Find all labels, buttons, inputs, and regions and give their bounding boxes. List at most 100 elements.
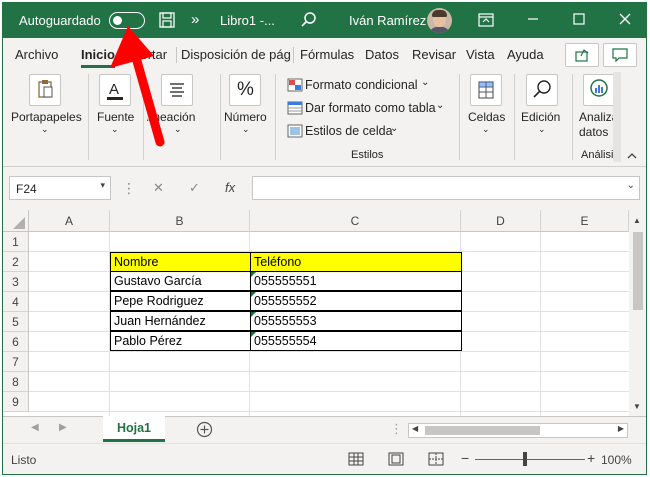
table-cell[interactable]: 055555554 bbox=[250, 331, 462, 351]
table-cell[interactable]: Pepe Rodriguez bbox=[110, 291, 251, 311]
select-all-corner[interactable] bbox=[3, 210, 29, 232]
tab-inicio[interactable]: Inicio bbox=[81, 47, 115, 62]
insert-function-icon[interactable]: fx bbox=[225, 180, 235, 195]
worksheet-grid[interactable]: A B C D E 1 2 3 4 5 6 7 8 9 Nombre Teléf… bbox=[3, 210, 629, 416]
column-header[interactable]: B bbox=[110, 210, 250, 232]
row-header[interactable]: 7 bbox=[3, 352, 29, 372]
normal-view-icon[interactable] bbox=[348, 452, 364, 469]
font-icon[interactable]: A bbox=[99, 74, 131, 106]
enter-icon[interactable]: ✓ bbox=[189, 180, 200, 196]
table-cell[interactable]: 055555553 bbox=[250, 311, 462, 331]
table-cell[interactable]: Pablo Pérez bbox=[110, 331, 251, 351]
zoom-slider[interactable] bbox=[475, 459, 585, 460]
formula-options-icon[interactable]: ⋮ bbox=[122, 180, 136, 197]
minimize-button[interactable] bbox=[510, 3, 556, 38]
row-header[interactable]: 8 bbox=[3, 372, 29, 392]
table-cell[interactable]: 055555552 bbox=[250, 291, 462, 311]
collapse-ribbon-icon[interactable] bbox=[626, 150, 638, 164]
column-header[interactable]: A bbox=[29, 210, 110, 232]
tab-formulas[interactable]: Fórmulas bbox=[300, 47, 354, 62]
zoom-level[interactable]: 100% bbox=[601, 453, 632, 467]
clipboard-icon[interactable] bbox=[29, 74, 61, 106]
scroll-left-icon[interactable]: ◀ bbox=[412, 424, 418, 433]
zoom-slider-thumb[interactable] bbox=[523, 452, 527, 466]
share-button[interactable] bbox=[565, 43, 599, 67]
format-as-table-icon[interactable] bbox=[287, 101, 303, 115]
page-break-icon[interactable] bbox=[428, 452, 444, 469]
zoom-in-icon[interactable]: + bbox=[587, 450, 595, 466]
table-cell[interactable]: Gustavo García bbox=[110, 271, 251, 291]
next-sheet-icon[interactable]: ▶ bbox=[59, 422, 67, 433]
formato-condicional-button[interactable]: Formato condicional bbox=[305, 78, 418, 92]
row-header[interactable]: 3 bbox=[3, 272, 29, 292]
cells-icon[interactable] bbox=[470, 74, 502, 106]
row-header[interactable]: 5 bbox=[3, 312, 29, 332]
add-sheet-icon[interactable] bbox=[196, 421, 213, 441]
cancel-icon[interactable]: ✕ bbox=[153, 180, 164, 196]
save-icon[interactable] bbox=[158, 11, 176, 32]
table-header-cell[interactable]: Teléfono bbox=[250, 252, 462, 272]
user-name[interactable]: Iván Ramírez bbox=[349, 13, 426, 28]
error-indicator-icon[interactable] bbox=[251, 292, 256, 297]
row-header[interactable]: 2 bbox=[3, 252, 29, 272]
avatar[interactable] bbox=[427, 8, 452, 33]
scroll-up-icon[interactable]: ▲ bbox=[633, 216, 641, 225]
tab-datos[interactable]: Datos bbox=[365, 47, 399, 62]
cell-styles-icon[interactable] bbox=[287, 124, 303, 138]
tab-revisar[interactable]: Revisar bbox=[412, 47, 456, 62]
formula-input[interactable]: ⌄ bbox=[252, 176, 640, 200]
maximize-button[interactable] bbox=[556, 3, 602, 38]
column-header[interactable]: C bbox=[250, 210, 461, 232]
error-indicator-icon[interactable] bbox=[251, 272, 256, 277]
scrollbar-thumb[interactable] bbox=[633, 232, 643, 310]
close-button[interactable] bbox=[602, 3, 646, 38]
align-icon[interactable] bbox=[161, 74, 193, 106]
chevron-down-icon[interactable]: ⌄ bbox=[627, 180, 635, 191]
scroll-right-icon[interactable]: ▶ bbox=[618, 424, 624, 433]
table-cell[interactable]: Juan Hernández bbox=[110, 311, 251, 331]
row-header[interactable]: 4 bbox=[3, 292, 29, 312]
split-handle-icon[interactable]: ⋮ bbox=[390, 421, 403, 437]
tab-disposicion[interactable]: Disposición de página bbox=[181, 47, 291, 62]
more-commands-icon[interactable]: » bbox=[191, 11, 199, 28]
celdas-label[interactable]: Celdas bbox=[468, 110, 505, 124]
comments-button[interactable] bbox=[603, 43, 637, 67]
analyze-data-icon[interactable] bbox=[583, 74, 615, 106]
row-header[interactable]: 9 bbox=[3, 392, 29, 412]
analizar-datos-label[interactable]: Analizar datos bbox=[579, 110, 614, 140]
alineacion-label[interactable]: Alineación bbox=[147, 110, 195, 124]
estilos-celda-button[interactable]: Estilos de celda bbox=[305, 124, 393, 138]
tab-insertar[interactable]: Insertar bbox=[123, 47, 167, 62]
row-header[interactable]: 6 bbox=[3, 332, 29, 352]
ribbon-display-icon[interactable] bbox=[478, 13, 494, 30]
error-indicator-icon[interactable] bbox=[251, 332, 256, 337]
fuente-label[interactable]: Fuente bbox=[97, 110, 134, 124]
portapapeles-label[interactable]: Portapapeles bbox=[11, 110, 82, 124]
scrollbar-thumb[interactable] bbox=[425, 426, 540, 435]
numero-label[interactable]: Número bbox=[224, 110, 267, 124]
scroll-down-icon[interactable]: ▼ bbox=[633, 402, 641, 411]
autosave-toggle[interactable] bbox=[109, 12, 145, 29]
prev-sheet-icon[interactable]: ◀ bbox=[31, 422, 39, 433]
error-indicator-icon[interactable] bbox=[251, 312, 256, 317]
tab-archivo[interactable]: Archivo bbox=[15, 47, 58, 62]
tab-ayuda[interactable]: Ayuda bbox=[507, 47, 544, 62]
table-cell[interactable]: 055555551 bbox=[250, 271, 462, 291]
edicion-label[interactable]: Edición bbox=[521, 110, 560, 124]
search-icon[interactable] bbox=[300, 11, 318, 32]
name-box[interactable]: F24 ▾ bbox=[9, 176, 111, 200]
vertical-scrollbar[interactable]: ▲ ▼ bbox=[629, 210, 646, 416]
search-icon[interactable] bbox=[526, 74, 558, 106]
dar-formato-tabla-button[interactable]: Dar formato como tabla bbox=[305, 101, 436, 115]
column-header[interactable]: E bbox=[541, 210, 629, 232]
page-layout-icon[interactable] bbox=[388, 452, 404, 469]
row-header[interactable]: 1 bbox=[3, 232, 29, 252]
sheet-tab-hoja1[interactable]: Hoja1 bbox=[103, 416, 165, 442]
zoom-out-icon[interactable]: − bbox=[461, 450, 469, 466]
horizontal-scrollbar[interactable]: ◀ ▶ bbox=[408, 423, 628, 438]
percent-icon[interactable]: % bbox=[229, 74, 261, 106]
column-header[interactable]: D bbox=[461, 210, 541, 232]
table-header-cell[interactable]: Nombre bbox=[110, 252, 251, 272]
tab-vista[interactable]: Vista bbox=[466, 47, 495, 62]
conditional-format-icon[interactable] bbox=[287, 78, 303, 92]
